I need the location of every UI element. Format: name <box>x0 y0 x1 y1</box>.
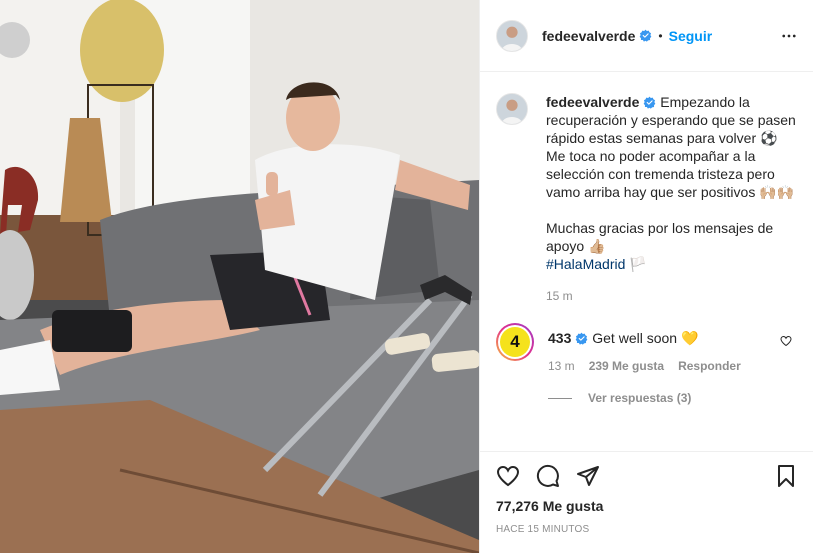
replies-divider-line <box>548 397 572 399</box>
caption-text-blank: ​ <box>546 201 796 219</box>
comments-section: fedeevalverde Empezando la recuperación … <box>480 73 813 451</box>
like-button[interactable] <box>496 464 520 488</box>
post-photo[interactable] <box>0 0 479 553</box>
post-side-panel: fedeevalverde • Seguir fedeevalverde Emp… <box>479 0 813 553</box>
follow-button[interactable]: Seguir <box>669 28 713 44</box>
action-icons-row <box>496 460 798 492</box>
commenter-verified-icon <box>576 332 588 345</box>
post-timestamp: HACE 15 MINUTOS <box>496 524 590 535</box>
comment-likes[interactable]: 239 Me gusta <box>589 359 664 373</box>
comment-meta: 13 m 239 Me gusta Responder <box>548 359 778 373</box>
comment-time: 13 m <box>548 359 575 373</box>
paper-plane-icon <box>577 466 599 486</box>
post-likes-count[interactable]: 77,276 Me gusta <box>496 498 798 514</box>
caption-username[interactable]: fedeevalverde <box>546 94 639 110</box>
commenter-avatar[interactable]: 4 <box>496 323 534 361</box>
reply-button[interactable]: Responder <box>678 359 741 373</box>
save-button[interactable] <box>774 464 798 488</box>
view-replies-button[interactable]: Ver respuestas (3) <box>548 391 798 405</box>
caption-body: fedeevalverde Empezando la recuperación … <box>546 93 796 305</box>
commenter-username[interactable]: 433 <box>548 330 571 346</box>
comment-button[interactable] <box>536 464 560 488</box>
comment-item: 4 433 Get well soon 💛 13 m 239 Me gusta … <box>496 323 798 373</box>
post-caption: fedeevalverde Empezando la recuperación … <box>496 93 798 305</box>
comment-heart-icon[interactable] <box>780 335 792 347</box>
header-separator: • <box>658 28 663 43</box>
caption-time: 15 m <box>546 289 573 303</box>
hashtag-link[interactable]: #HalaMadrid <box>546 256 625 272</box>
author-avatar-image <box>497 20 527 51</box>
heart-icon <box>496 465 520 487</box>
comment-icon <box>536 464 559 487</box>
author-username[interactable]: fedeevalverde <box>542 28 635 44</box>
caption-avatar-image <box>497 94 527 124</box>
comment-text-line: 433 Get well soon 💛 <box>548 329 778 347</box>
post-photo-illustration <box>0 0 479 553</box>
post-actions: 77,276 Me gusta HACE 15 MINUTOS <box>480 451 813 553</box>
verified-icon <box>640 29 652 42</box>
comment-text: Get well soon 💛 <box>592 330 699 346</box>
caption-hashtag-line: #HalaMadrid 🏳️ <box>546 255 796 273</box>
commenter-avatar-badge: 4 <box>500 327 530 357</box>
share-button[interactable] <box>576 464 600 488</box>
caption-verified-icon <box>644 96 656 109</box>
commenter-avatar-ring: 4 <box>498 325 532 359</box>
hashtag-suffix: 🏳️ <box>625 256 647 272</box>
caption-author-avatar[interactable] <box>496 93 528 125</box>
comment-body: 433 Get well soon 💛 13 m 239 Me gusta Re… <box>548 323 778 373</box>
bookmark-icon <box>778 465 794 487</box>
caption-line-1: fedeevalverde Empezando la recuperación … <box>546 93 796 147</box>
author-avatar[interactable] <box>496 19 528 52</box>
more-icon[interactable] <box>780 27 798 45</box>
view-replies-label: Ver respuestas (3) <box>588 391 692 405</box>
caption-text-2: Me toca no poder acompañar a la selecció… <box>546 148 795 200</box>
post-header: fedeevalverde • Seguir <box>480 0 813 72</box>
caption-text-3: Muchas gracias por los mensajes de apoyo… <box>546 220 778 254</box>
instagram-post: fedeevalverde • Seguir fedeevalverde Emp… <box>0 0 813 553</box>
